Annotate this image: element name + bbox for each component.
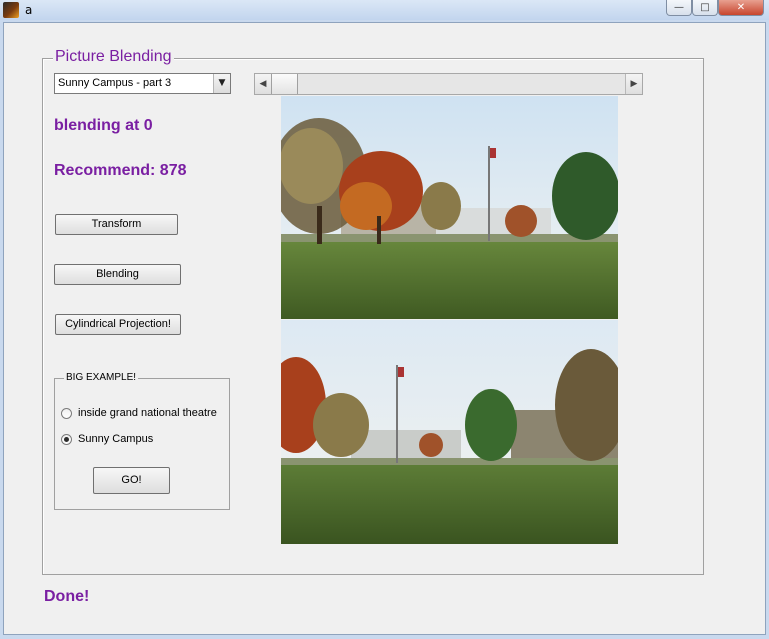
radio-button[interactable] xyxy=(61,434,72,445)
dataset-select-value: Sunny Campus - part 3 xyxy=(58,77,172,89)
radio-label: inside grand national theatre xyxy=(78,407,217,419)
group-title: BIG EXAMPLE! xyxy=(64,372,139,383)
status-text: Done! xyxy=(44,588,90,605)
arrow-right-icon[interactable]: ▶ xyxy=(625,74,642,94)
slider-thumb[interactable] xyxy=(271,74,298,94)
blend-slider[interactable]: ◀ ▶ xyxy=(254,73,643,95)
blending-button[interactable]: Blending xyxy=(54,264,181,285)
window-title: a xyxy=(25,3,33,17)
blending-label: blending at 0 xyxy=(54,117,153,134)
cylindrical-projection-button[interactable]: Cylindrical Projection! xyxy=(55,314,181,335)
radio-button[interactable] xyxy=(61,408,72,419)
arrow-left-icon[interactable]: ◀ xyxy=(255,74,272,94)
image-top xyxy=(281,96,618,319)
big-example-group: BIG EXAMPLE! inside grand national theat… xyxy=(54,372,230,510)
figure-client-area: Picture Blending Sunny Campus - part 3 ▼… xyxy=(3,22,766,635)
minimize-button[interactable]: — xyxy=(666,0,692,16)
chevron-down-icon[interactable]: ▼ xyxy=(213,74,230,93)
go-button[interactable]: GO! xyxy=(93,467,170,494)
transform-button[interactable]: Transform xyxy=(55,214,178,235)
title-bar: a — □ ✕ xyxy=(0,0,769,20)
close-button[interactable]: ✕ xyxy=(718,0,764,16)
maximize-button[interactable]: □ xyxy=(692,0,718,16)
matlab-icon xyxy=(3,2,19,18)
dataset-select[interactable]: Sunny Campus - part 3 ▼ xyxy=(54,73,231,94)
radio-label: Sunny Campus xyxy=(78,433,154,445)
image-bottom xyxy=(281,320,618,544)
recommend-label: Recommend: 878 xyxy=(54,162,187,179)
panel-title: Picture Blending xyxy=(53,48,174,66)
